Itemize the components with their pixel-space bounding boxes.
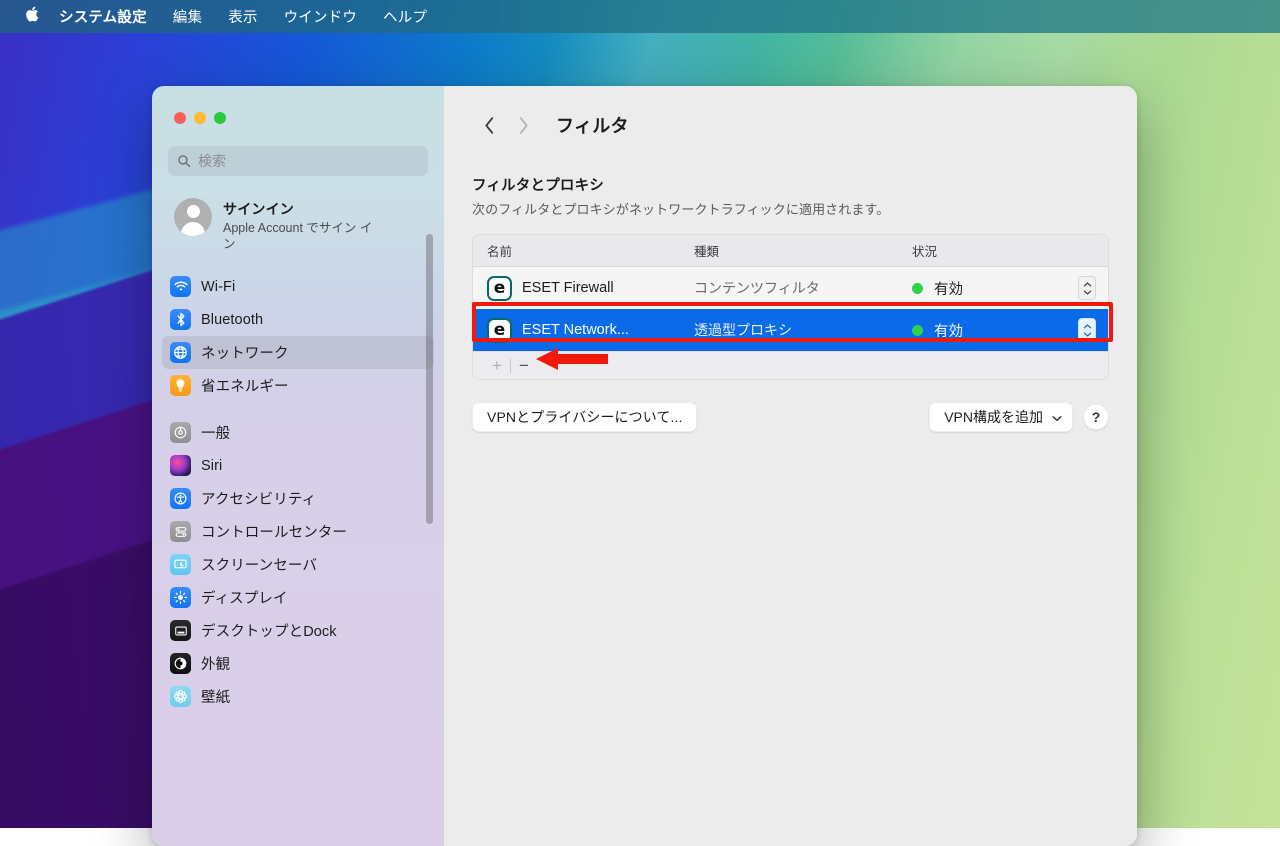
- apple-logo-icon[interactable]: [24, 5, 39, 26]
- sidebar-item-label: Wi-Fi: [201, 279, 235, 295]
- row-status: 有効: [934, 278, 963, 299]
- sidebar-item-label: デスクトップとDock: [201, 620, 337, 641]
- sidebar-item-label: Bluetooth: [201, 312, 263, 328]
- sidebar-item-screensaver[interactable]: スクリーンセーバ: [162, 548, 434, 581]
- sidebar-item-wifi[interactable]: Wi-Fi: [162, 270, 434, 303]
- menu-item-view[interactable]: 表示: [228, 6, 257, 27]
- sidebar-item-desktop-dock[interactable]: デスクトップとDock: [162, 614, 434, 647]
- sidebar-item-energy[interactable]: 省エネルギー: [162, 369, 434, 402]
- row-name: ESET Firewall: [522, 280, 614, 296]
- sidebar-item-label: 外観: [201, 653, 230, 674]
- column-header-status: 状況: [912, 241, 1108, 260]
- sidebar-item-general[interactable]: 一般: [162, 416, 434, 449]
- menu-bar: システム設定 編集 表示 ウインドウ ヘルプ: [0, 0, 1280, 33]
- system-settings-window: サインイン Apple Account でサイン イン Wi-Fi: [152, 86, 1137, 846]
- sidebar-item-network[interactable]: ネットワーク: [162, 336, 434, 369]
- help-button[interactable]: ?: [1083, 404, 1109, 430]
- user-avatar-icon: [174, 198, 212, 236]
- wifi-icon: [170, 276, 191, 297]
- search-field[interactable]: [168, 146, 428, 176]
- chevron-down-icon: [1052, 409, 1062, 425]
- vpn-privacy-button[interactable]: VPNとプライバシーについて...: [472, 402, 697, 432]
- menu-item-edit[interactable]: 編集: [173, 6, 202, 27]
- sidebar-item-wallpaper[interactable]: 壁紙: [162, 680, 434, 713]
- eset-icon: e: [487, 318, 512, 343]
- sidebar-item-label: Siri: [201, 458, 222, 474]
- sidebar-item-label: ネットワーク: [201, 342, 289, 363]
- screensaver-icon: [170, 554, 191, 575]
- close-button[interactable]: [174, 112, 186, 124]
- sidebar-item-bluetooth[interactable]: Bluetooth: [162, 303, 434, 336]
- accessibility-icon: [170, 488, 191, 509]
- account-name: サインイン: [223, 199, 373, 219]
- menu-item-help[interactable]: ヘルプ: [383, 6, 427, 27]
- general-gear-icon: [170, 422, 191, 443]
- zoom-button[interactable]: [214, 112, 226, 124]
- table-row[interactable]: e ESET Network... 透過型プロキシ 有効: [473, 309, 1108, 351]
- row-kind: 透過型プロキシ: [694, 320, 912, 340]
- row-order-stepper[interactable]: [1078, 318, 1096, 342]
- network-globe-icon: [170, 342, 191, 363]
- search-icon: [177, 154, 191, 168]
- section-subtitle: 次のフィルタとプロキシがネットワークトラフィックに適用されます。: [472, 199, 1109, 218]
- energy-bulb-icon: [170, 375, 191, 396]
- sidebar: サインイン Apple Account でサイン イン Wi-Fi: [152, 86, 444, 846]
- sidebar-item-label: 省エネルギー: [201, 375, 289, 396]
- minimize-button[interactable]: [194, 112, 206, 124]
- page-title: フィルタ: [556, 112, 629, 138]
- add-vpn-config-button[interactable]: VPN構成を追加: [929, 402, 1073, 432]
- eset-icon: e: [487, 276, 512, 301]
- remove-filter-button[interactable]: −: [511, 357, 537, 374]
- content-pane: フィルタ フィルタとプロキシ 次のフィルタとプロキシがネットワークトラフィックに…: [444, 86, 1137, 846]
- status-dot: [912, 325, 923, 336]
- wallpaper-icon: [170, 686, 191, 707]
- column-header-name: 名前: [487, 241, 694, 260]
- bottom-button-row: VPNとプライバシーについて... VPN構成を追加 ?: [472, 402, 1109, 432]
- desktop-dock-icon: [170, 620, 191, 641]
- row-status: 有効: [934, 320, 963, 341]
- display-icon: [170, 587, 191, 608]
- sidebar-item-label: 一般: [201, 422, 230, 443]
- sidebar-item-label: スクリーンセーバ: [201, 554, 317, 575]
- sidebar-item-label: アクセシビリティ: [201, 488, 316, 509]
- add-filter-button[interactable]: +: [484, 357, 510, 374]
- appearance-icon: [170, 653, 191, 674]
- sidebar-item-label: ディスプレイ: [201, 587, 288, 608]
- sidebar-item-label: コントロールセンター: [201, 521, 347, 542]
- column-header-kind: 種類: [694, 241, 912, 260]
- search-input[interactable]: [198, 153, 419, 169]
- section-title: フィルタとプロキシ: [472, 174, 1109, 195]
- sidebar-item-siri[interactable]: Siri: [162, 449, 434, 482]
- sidebar-group-divider: [162, 402, 434, 416]
- window-traffic-lights: [152, 86, 444, 124]
- siri-icon: [170, 455, 191, 476]
- row-kind: コンテンツフィルタ: [694, 278, 912, 298]
- menu-item-window[interactable]: ウインドウ: [284, 6, 358, 27]
- sidebar-scrollbar[interactable]: [426, 234, 433, 524]
- sidebar-item-appearance[interactable]: 外観: [162, 647, 434, 680]
- annotation-red-arrow: [536, 348, 608, 370]
- back-button[interactable]: [472, 110, 506, 140]
- row-order-stepper[interactable]: [1078, 276, 1096, 300]
- control-center-icon: [170, 521, 191, 542]
- sidebar-item-display[interactable]: ディスプレイ: [162, 581, 434, 614]
- bluetooth-icon: [170, 309, 191, 330]
- sidebar-item-accessibility[interactable]: アクセシビリティ: [162, 482, 434, 515]
- content-toolbar: フィルタ: [472, 108, 1109, 142]
- sidebar-nav-group-1: Wi-Fi Bluetooth: [152, 270, 444, 713]
- add-vpn-config-label: VPN構成を追加: [944, 407, 1043, 427]
- table-header: 名前 種類 状況: [473, 235, 1108, 267]
- sidebar-item-label: 壁紙: [201, 686, 230, 707]
- apple-account-row[interactable]: サインイン Apple Account でサイン イン: [168, 192, 430, 258]
- forward-button[interactable]: [506, 110, 540, 140]
- menu-item-system-settings[interactable]: システム設定: [59, 6, 147, 27]
- status-dot: [912, 283, 923, 294]
- table-row[interactable]: e ESET Firewall コンテンツフィルタ 有効: [473, 267, 1108, 309]
- row-name: ESET Network...: [522, 322, 629, 338]
- account-subtitle: Apple Account でサイン イン: [223, 221, 373, 252]
- sidebar-item-control-center[interactable]: コントロールセンター: [162, 515, 434, 548]
